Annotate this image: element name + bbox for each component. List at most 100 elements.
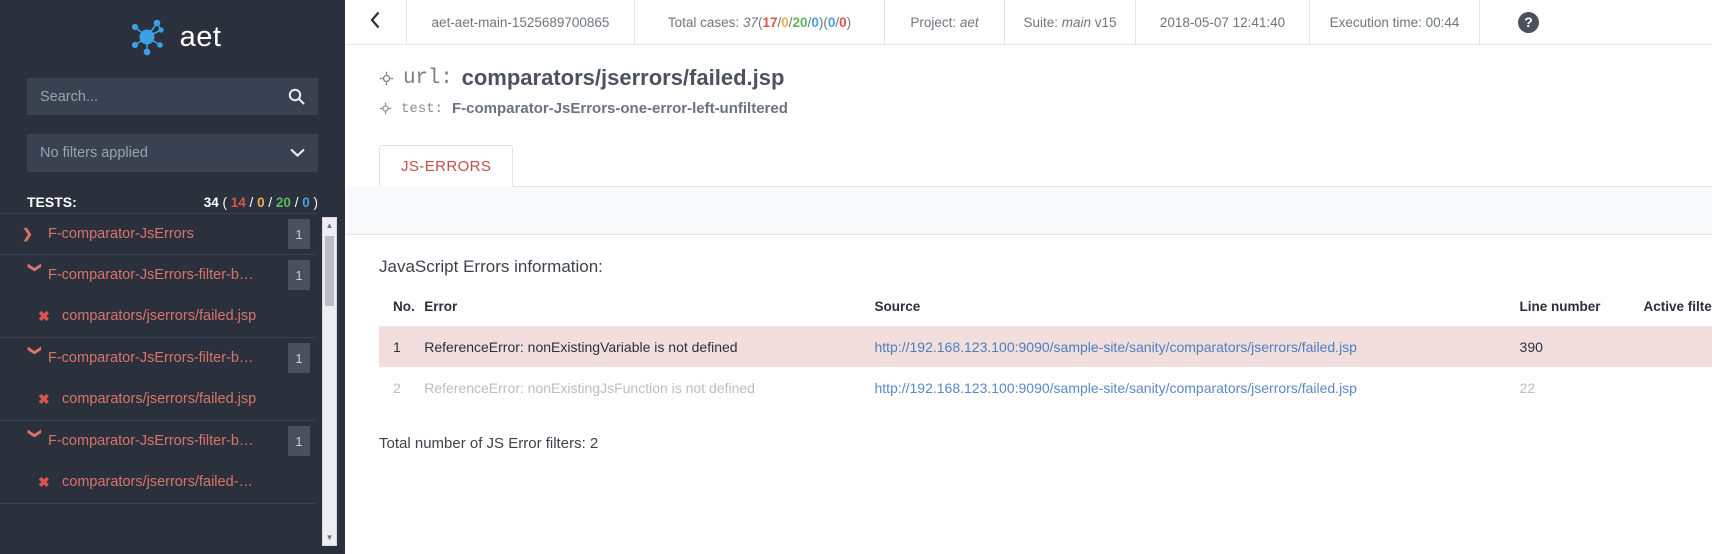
source-link[interactable]: http://192.168.123.100:9090/sample-site/…: [874, 380, 1357, 396]
cases-failed: 17: [762, 14, 778, 30]
errors-panel-title: JavaScript Errors information:: [379, 257, 603, 276]
tab-label: JS-ERRORS: [401, 157, 492, 175]
test-group-badge: 1: [288, 260, 310, 290]
failed-x-icon: ✖: [38, 390, 50, 407]
back-button[interactable]: [345, 0, 407, 44]
test-group-label: F-comparator-JsErrors-filter-b…: [48, 267, 254, 283]
chevron-right-icon[interactable]: ❯: [22, 226, 48, 242]
paren-open: (: [222, 194, 227, 210]
tests-total: 34: [203, 194, 219, 210]
cases-passed: 20: [792, 14, 808, 30]
tests-counts: 34 ( 14 / 0 / 20 / 0 ): [204, 195, 318, 210]
source-link[interactable]: http://192.168.123.100:9090/sample-site/…: [874, 339, 1357, 355]
scrollbar-thumb[interactable]: [325, 236, 334, 306]
failed-x-icon: ✖: [38, 307, 50, 324]
test-group-row[interactable]: ❯ F-comparator-JsErrors-filter-b…: [0, 255, 316, 295]
filter-dropdown-label: No filters applied: [40, 145, 148, 161]
column-header-error: Error: [424, 299, 875, 327]
brand: aet: [0, 0, 345, 68]
column-header-line-number: Line number: [1519, 299, 1644, 327]
cell-no: 2: [393, 380, 401, 396]
test-group-row[interactable]: ❯ F-comparator-JsErrors-filter-b…: [0, 421, 316, 461]
test-group-row[interactable]: ❯ F-comparator-JsErrors-filter-b…: [0, 338, 316, 378]
test-case-item[interactable]: ✖ comparators/jserrors/failed.jsp: [0, 295, 316, 337]
help-question-icon[interactable]: ?: [1518, 11, 1539, 33]
cell-source: http://192.168.123.100:9090/sample-site/…: [874, 367, 1519, 409]
cases-rebase: 0: [827, 14, 836, 30]
page-subtitle: test: F-comparator-JsErrors-one-error-le…: [379, 100, 1712, 117]
errors-panel: JavaScript Errors information: No. Error…: [345, 235, 1712, 452]
chevron-down-icon[interactable]: ❯: [27, 345, 43, 371]
cell-line-number: 390: [1519, 326, 1644, 367]
total-cases: Total cases: 37 ( 17 / 0 / 20 / 0 ) ( 0 …: [635, 0, 885, 44]
execution-time-value: 00:44: [1425, 14, 1460, 30]
chevron-down-icon: [290, 145, 305, 161]
test-group: ❯ F-comparator-JsErrors-filter-b… 1 ✖ co…: [0, 254, 316, 337]
crosshair-target-icon: [379, 102, 392, 115]
total-filters-line: Total number of JS Error filters: 2: [379, 435, 599, 452]
page-header: url: comparators/jserrors/failed.jsp tes…: [345, 45, 1712, 117]
tests-label: TESTS:: [27, 194, 77, 210]
cases-warning: 0: [781, 14, 789, 30]
cell-line-number: 22: [1519, 380, 1536, 396]
search-icon[interactable]: [288, 88, 305, 105]
js-errors-table: No. Error Source Line number Active filt…: [379, 299, 1712, 409]
table-header-row: No. Error Source Line number Active filt…: [379, 299, 1712, 327]
test-group: ❯ F-comparator-JsErrors 1: [0, 213, 316, 254]
test-case-item[interactable]: ✖ comparators/jserrors/failed-…: [0, 461, 316, 503]
page-subtitle-value: F-comparator-JsErrors-one-error-left-unf…: [452, 100, 788, 117]
suite-label: Suite:: [1023, 14, 1058, 30]
sidebar-scrollbar[interactable]: ▲ ▼: [322, 217, 337, 546]
failed-x-icon: ✖: [38, 473, 50, 490]
test-case-label: comparators/jserrors/failed.jsp: [62, 308, 257, 324]
caret-down-icon[interactable]: ▼: [323, 530, 336, 545]
run-id: aet-aet-main-1525689700865: [407, 0, 635, 44]
test-group: [0, 503, 316, 544]
search-input[interactable]: [40, 88, 288, 105]
total-cases-label: Total cases:: [667, 14, 740, 30]
test-group-row[interactable]: [0, 504, 316, 544]
table-row[interactable]: 1 ReferenceError: nonExistingVariable is…: [379, 326, 1712, 367]
project-info: Project: aet: [885, 0, 1005, 44]
test-case-item[interactable]: ✖ comparators/jserrors/failed.jsp: [0, 378, 316, 420]
timestamp: 2018-05-07 12:41:40: [1136, 0, 1310, 44]
main-panel: aet-aet-main-1525689700865 Total cases: …: [345, 0, 1712, 554]
cell-active-filters: i: [1644, 367, 1712, 409]
paren-close-2: ): [846, 14, 852, 30]
chevron-down-icon[interactable]: ❯: [27, 428, 43, 454]
tests-failed: 14: [230, 194, 246, 210]
table-row[interactable]: 2 ReferenceError: nonExistingJsFunction …: [379, 367, 1712, 409]
test-case-label: comparators/jserrors/failed-…: [62, 474, 253, 490]
test-group: ❯ F-comparator-JsErrors-filter-b… 1 ✖ co…: [0, 420, 316, 503]
paren-close: ): [313, 194, 319, 210]
chevron-down-icon[interactable]: ❯: [27, 262, 43, 288]
tests-warning: 0: [257, 194, 265, 210]
cell-error: ReferenceError: nonExistingVariable is n…: [424, 326, 875, 367]
crosshair-target-icon: [379, 71, 394, 86]
project-label: Project:: [910, 14, 957, 30]
test-group-row[interactable]: ❯ F-comparator-JsErrors: [0, 214, 316, 254]
test-list[interactable]: ❯ F-comparator-JsErrors 1 ❯ F-comparator…: [0, 213, 345, 554]
page-title-value: comparators/jserrors/failed.jsp: [461, 65, 785, 90]
project-value: aet: [959, 14, 979, 30]
cell-error: ReferenceError: nonExistingJsFunction is…: [424, 380, 755, 396]
caret-up-icon[interactable]: ▲: [323, 218, 336, 233]
page-title-key: url:: [403, 66, 453, 90]
help-button[interactable]: ?: [1480, 0, 1577, 44]
tab-js-errors[interactable]: JS-ERRORS: [379, 145, 514, 187]
test-group-badge: 1: [288, 426, 310, 456]
page-title: url: comparators/jserrors/failed.jsp: [379, 65, 1712, 91]
column-header-source: Source: [874, 299, 1520, 327]
search-box[interactable]: [27, 78, 318, 115]
aet-network-logo-icon: [124, 14, 170, 60]
filter-dropdown[interactable]: No filters applied: [27, 134, 318, 172]
tab-strip: JS-ERRORS: [379, 145, 1712, 187]
chevron-left-icon: [370, 11, 381, 34]
app-root: aet No filters applied TESTS: 34 (: [0, 0, 1712, 554]
total-cases-value: 37: [742, 14, 758, 30]
suite-version: v15: [1094, 14, 1117, 30]
suite-info: Suite: main v15: [1005, 0, 1136, 44]
column-header-no: No.: [379, 299, 425, 327]
test-group-badge: 1: [288, 219, 310, 249]
test-group-badge: 1: [288, 343, 310, 373]
